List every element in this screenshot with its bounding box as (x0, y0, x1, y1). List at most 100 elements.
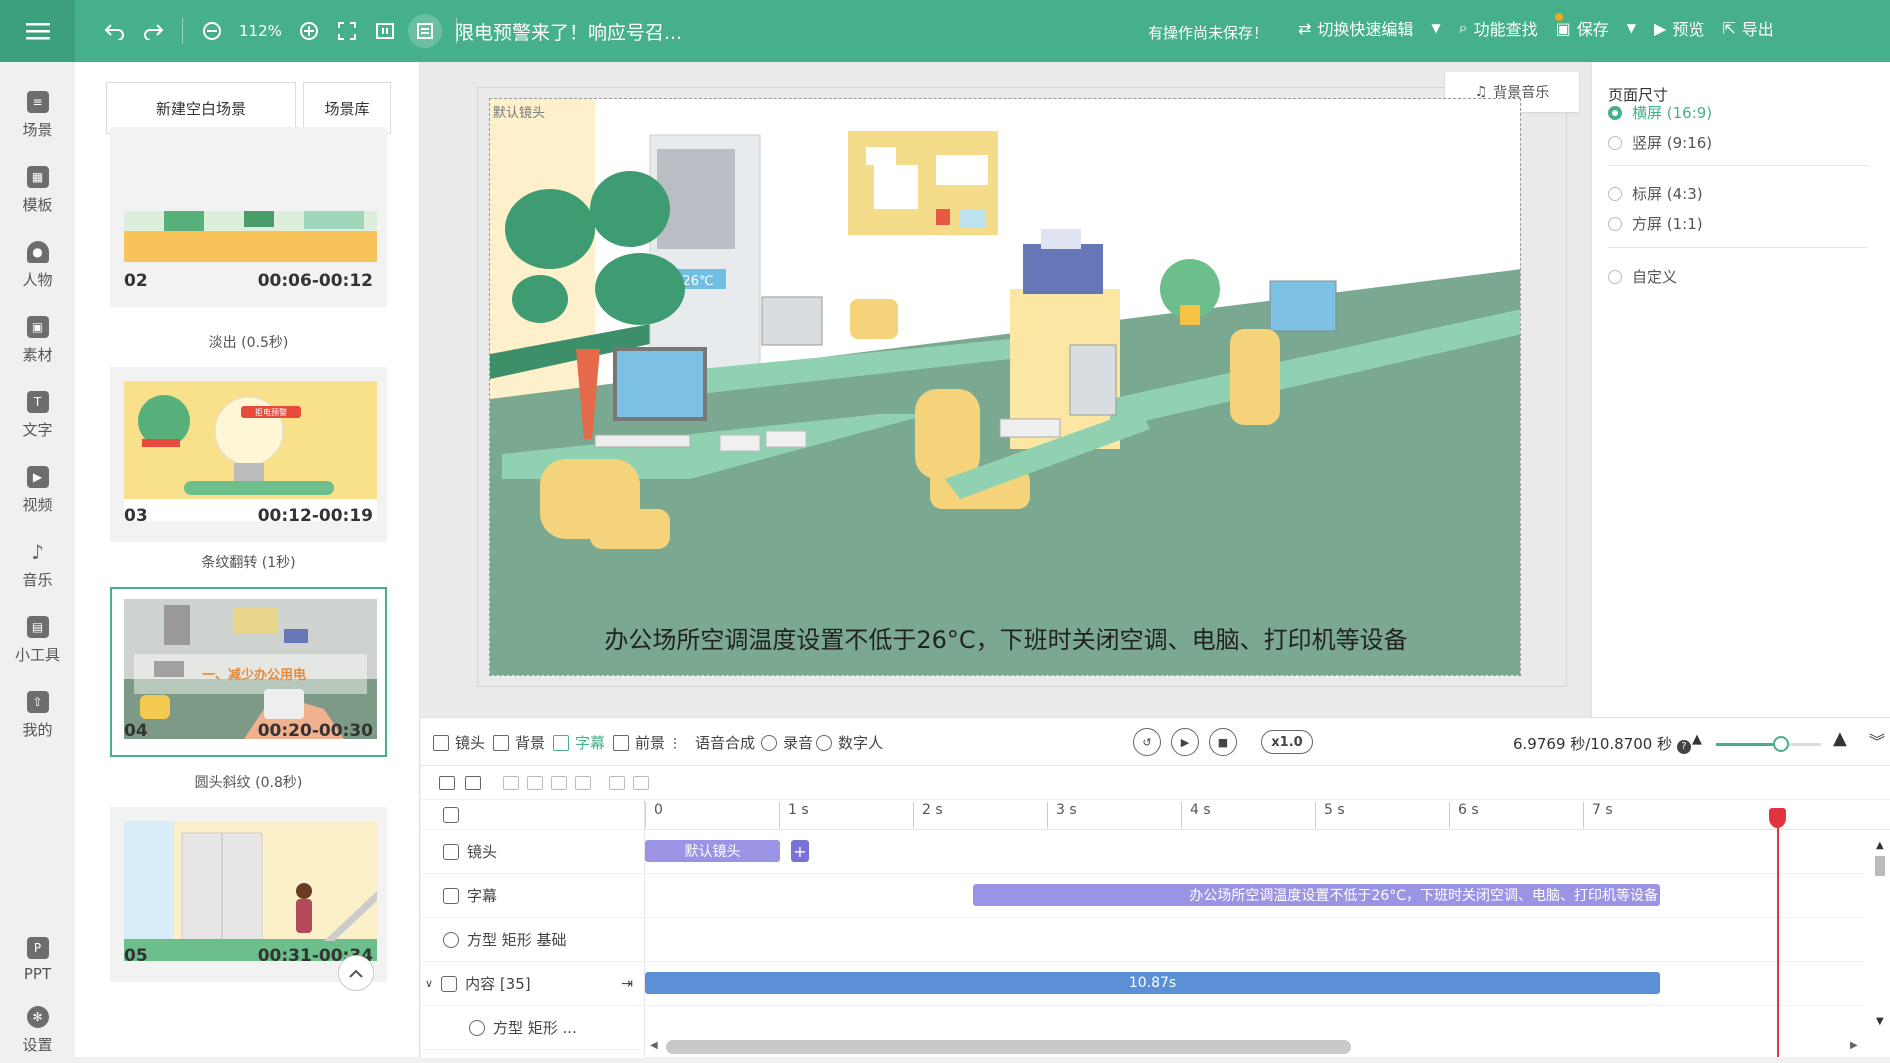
time-ruler[interactable]: 0 1 s 2 s 3 s 4 s 5 s 6 s 7 s (645, 800, 1890, 830)
playhead-handle[interactable] (1769, 808, 1786, 828)
scroll-top-button[interactable] (338, 955, 374, 991)
nav-settings[interactable]: ✻ 设置 (0, 997, 75, 1063)
fit-screen-icon[interactable] (370, 16, 400, 46)
timeline-zoom-slider[interactable] (1716, 736, 1821, 752)
radio-label: 方屏 (1:1) (1632, 215, 1703, 233)
preview-button[interactable]: ▶ 预览 (1654, 16, 1704, 40)
transition-label[interactable]: 淡出 (0.5秒) (110, 332, 387, 352)
save-dropdown-icon[interactable]: ▼ (1627, 21, 1636, 35)
feature-search-button[interactable]: ⌕ 功能查找 (1458, 13, 1563, 40)
scene-canvas[interactable]: 26℃ 办公场所空调温度设置不低于26°C，下班时关闭空调、电脑、打印机等设备 (489, 98, 1521, 676)
zoom-out-icon[interactable] (197, 16, 227, 46)
subtitle-clip[interactable]: 办公场所空调温度设置不低于26°C，下班时关闭空调、电脑、打印机等设备 (973, 884, 1660, 906)
redo-icon[interactable] (138, 16, 168, 46)
ruler-tick: 0 (645, 802, 663, 828)
track-camera[interactable]: 镜头 (421, 830, 645, 874)
menu-icon[interactable] (0, 0, 75, 62)
filter-icon[interactable] (439, 776, 455, 790)
scene-card-03[interactable]: 拒电预警 03 00:12-00:19 (110, 367, 387, 542)
radio-square-1-1[interactable]: 方屏 (1:1) (1608, 213, 1703, 234)
radio-portrait-9-16[interactable]: 竖屏 (9:16) (1608, 132, 1712, 153)
nav-toolbox[interactable]: ▤ 小工具 (0, 607, 75, 673)
scene-card-05[interactable]: 05 00:31-00:34 (110, 807, 387, 982)
playhead[interactable] (1777, 815, 1779, 1057)
document-title[interactable]: 限电预警来了！响应号召... (455, 18, 682, 45)
nav-video[interactable]: ▶ 视频 (0, 457, 75, 523)
office-illustration: 26℃ (490, 99, 1520, 675)
camera-clip[interactable]: 默认镜头 (645, 840, 780, 862)
canvas-subtitle[interactable]: 办公场所空调温度设置不低于26°C，下班时关闭空调、电脑、打印机等设备 (490, 620, 1520, 655)
track-content-group[interactable]: ∨ 内容 [35] ⇥ (421, 962, 645, 1006)
transition-label[interactable]: 条纹翻转 (1秒) (110, 552, 387, 572)
scroll-down-icon[interactable]: ▼ (1876, 1016, 1884, 1027)
shape-icon (469, 1019, 485, 1036)
preview-icon: ▶ (1654, 18, 1667, 38)
collapse-timeline-icon[interactable]: ︾ (1869, 728, 1885, 752)
exit-group-icon[interactable]: ⇥ (621, 976, 633, 992)
scene-card-04[interactable]: 一、减少办公用电 04 00:20-00:30 (110, 587, 387, 757)
timeline-horizontal-scrollbar[interactable] (666, 1040, 1351, 1054)
fullscreen-icon[interactable] (332, 16, 362, 46)
replay-icon: ↺ (1142, 735, 1152, 749)
replay-button[interactable]: ↺ (1133, 728, 1161, 756)
undo-icon[interactable] (100, 16, 130, 46)
help-icon[interactable]: ? (1676, 740, 1691, 754)
zoom-in-mountain-icon[interactable]: ▲ (1833, 728, 1847, 749)
scene-thumb-05 (124, 821, 377, 961)
radio-landscape-16-9[interactable]: 横屏 (16:9) (1608, 102, 1712, 123)
tab-subtitle[interactable]: 字幕 (553, 732, 605, 753)
align-left-icon[interactable] (503, 776, 519, 790)
align-right-icon[interactable] (551, 776, 567, 790)
save-button[interactable]: ▣ 保存 (1556, 16, 1609, 40)
lane-content: 10.87s (645, 962, 1865, 1006)
stop-button[interactable]: ■ (1209, 728, 1237, 756)
tab-camera[interactable]: 镜头 (433, 732, 485, 753)
tab-background[interactable]: 背景 (493, 732, 545, 753)
search-icon: ⌕ (1458, 18, 1468, 37)
play-button[interactable]: ▶ (1171, 728, 1199, 756)
timeline-vertical-scrollbar[interactable]: ▲ ▼ (1873, 840, 1887, 1040)
ruler-tick: 1 s (779, 802, 809, 828)
scene-card-02[interactable]: 02 00:06-00:12 (110, 127, 387, 307)
scroll-left-icon[interactable]: ◀ (650, 1040, 658, 1051)
tab-tts[interactable]: ⫶ 语音合成 (673, 732, 755, 753)
layer-down-icon[interactable] (633, 776, 649, 790)
scroll-thumb[interactable] (1875, 856, 1885, 876)
zoom-in-icon[interactable] (294, 16, 324, 46)
radio-standard-4-3[interactable]: 标屏 (4:3) (1608, 183, 1703, 204)
tab-digital-human[interactable]: 数字人 (816, 732, 883, 753)
layout-toggle-icon[interactable] (407, 14, 442, 48)
nav-scene[interactable]: ≡ 场景 (0, 82, 75, 148)
nav-ppt[interactable]: P PPT (0, 927, 75, 993)
group-icon[interactable] (465, 776, 481, 790)
nav-text[interactable]: T 文字 (0, 382, 75, 448)
radio-custom[interactable]: 自定义 (1608, 266, 1677, 287)
tab-foreground[interactable]: 前景 (613, 732, 665, 753)
speed-button[interactable]: x1.0 (1261, 730, 1313, 754)
tab-record[interactable]: 录音 (761, 732, 813, 753)
distribute-icon[interactable] (575, 776, 591, 790)
nav-material[interactable]: ▣ 素材 (0, 307, 75, 373)
layer-up-icon[interactable] (609, 776, 625, 790)
nav-template[interactable]: ▦ 模板 (0, 157, 75, 223)
ac-display: 26℃ (682, 274, 713, 289)
nav-music[interactable]: ♪ 音乐 (0, 532, 75, 598)
chevron-down-icon[interactable]: ∨ (425, 977, 433, 990)
nav-person[interactable]: ● 人物 (0, 232, 75, 298)
track-subtitle[interactable]: 字幕 (421, 874, 645, 918)
track-shape-child[interactable]: 方型 矩形 ... (421, 1006, 645, 1050)
switch-quick-edit-button[interactable]: ⇄ 切换快速编辑 (1298, 16, 1413, 40)
export-button[interactable]: ⇱ 导出 (1722, 16, 1773, 40)
nav-mine[interactable]: ⇧ 我的 (0, 682, 75, 748)
slider-knob[interactable] (1773, 736, 1790, 752)
add-camera-button[interactable]: + (791, 840, 809, 862)
zoom-out-mountain-icon[interactable]: ▲ (1692, 732, 1702, 747)
scroll-right-icon[interactable]: ▶ (1850, 1040, 1858, 1051)
align-center-icon[interactable] (527, 776, 543, 790)
track-shape[interactable]: 方型 矩形 基础 (421, 918, 645, 962)
scroll-up-icon[interactable]: ▲ (1876, 840, 1884, 851)
transition-label[interactable]: 圆头斜纹 (0.8秒) (110, 772, 387, 792)
content-clip[interactable]: 10.87s (645, 972, 1660, 994)
tab-label: 语音合成 (695, 734, 756, 752)
chevron-down-icon[interactable]: ▼ (1431, 21, 1440, 35)
